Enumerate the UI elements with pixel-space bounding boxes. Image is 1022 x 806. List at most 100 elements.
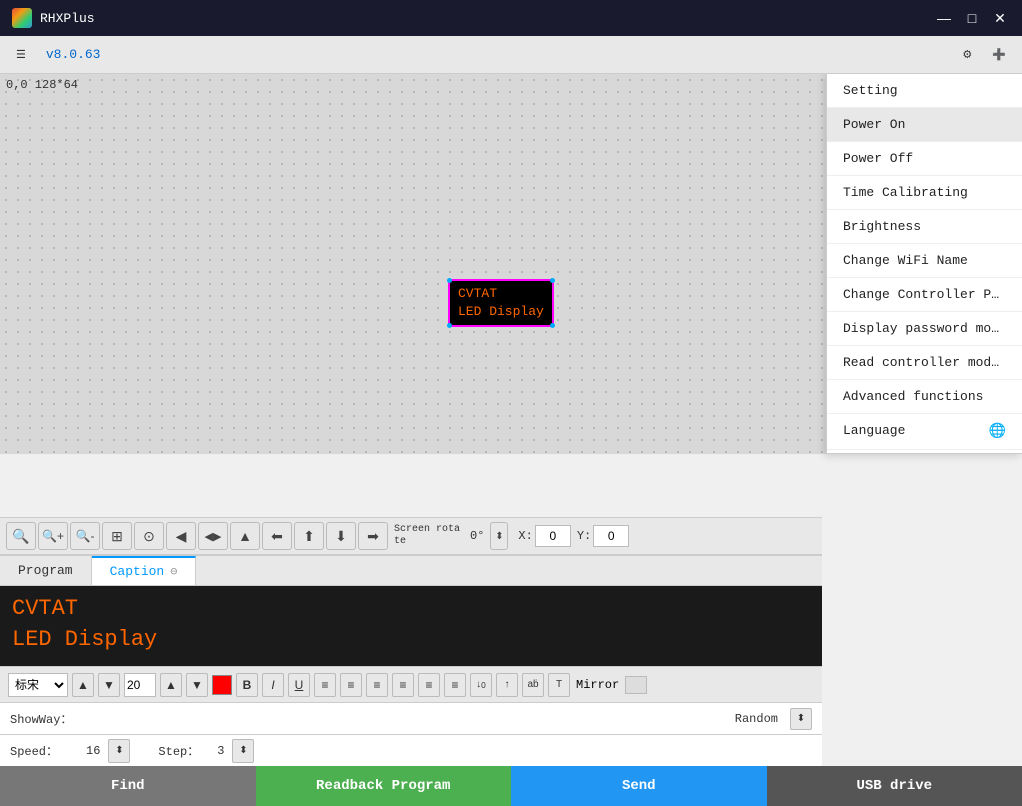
tab-caption-close[interactable]: ⊖ <box>170 564 177 579</box>
minimize-button[interactable]: — <box>934 8 954 28</box>
y-label: Y: <box>577 529 591 543</box>
arrow-left2-button[interactable]: ⬅ <box>262 522 292 550</box>
fit-screen-button[interactable]: ⊙ <box>134 522 164 550</box>
menu-item-time-calibrating[interactable]: Time Calibrating <box>827 176 1022 210</box>
menu-item-display-password[interactable]: Display password modi··· <box>827 312 1022 346</box>
text-line1: CVTAT <box>12 594 810 625</box>
superscript-button[interactable]: ↑ <box>496 673 518 697</box>
speed-row: Speed： 16 ⬍ Step： 3 ⬍ <box>0 734 822 766</box>
arrow-down2-button[interactable]: ⬇ <box>326 522 356 550</box>
menu-item-language[interactable]: Language🌐 <box>827 414 1022 450</box>
led-text-line1: CVTAT <box>458 285 544 303</box>
underline-button[interactable]: U <box>288 673 310 697</box>
letter-spacing-button[interactable]: aḃ <box>522 673 544 697</box>
align-left-button[interactable]: ≡ <box>314 673 336 697</box>
showway-stepper[interactable]: ⬍ <box>790 708 812 730</box>
font-size-up[interactable]: ▲ <box>160 673 182 697</box>
speed-stepper[interactable]: ⬍ <box>108 739 130 763</box>
find-button[interactable]: Find <box>0 766 256 806</box>
rotation-value: 0° <box>470 529 484 543</box>
showway-label: ShowWay： <box>10 710 72 727</box>
y-input[interactable] <box>593 525 629 547</box>
font-family-select[interactable]: 标宋 <box>8 673 68 697</box>
menu-item-setting[interactable]: Setting <box>827 74 1022 108</box>
font-family-up[interactable]: ▲ <box>72 673 94 697</box>
font-size-input[interactable] <box>124 673 156 697</box>
usb-drive-button[interactable]: USB drive <box>767 766 1022 806</box>
tab-program[interactable]: Program <box>0 556 92 585</box>
canvas-toolbar: 🔍 🔍+ 🔍- ⊞ ⊙ ◀ ◀▶ ▲ ⬅ ⬆ ⬇ ➡ Screen rota t… <box>0 517 822 555</box>
align-center-button[interactable]: ≡ <box>340 673 362 697</box>
zoom-out-button[interactable]: 🔍- <box>70 522 100 550</box>
app-title: RHXPlus <box>40 11 926 26</box>
move-right-button[interactable]: ◀▶ <box>198 522 228 550</box>
screen-rotate-label: Screen rota te <box>394 524 460 548</box>
led-display-widget[interactable]: CVTAT LED Display <box>448 279 554 327</box>
close-button[interactable]: ✕ <box>990 8 1010 28</box>
step-label: Step： <box>158 742 199 759</box>
menu-item-change-controller-pass[interactable]: Change Controller Pas··· <box>827 278 1022 312</box>
send-button[interactable]: Send <box>511 766 767 806</box>
text-line2: LED Display <box>12 625 810 656</box>
step-stepper[interactable]: ⬍ <box>232 739 254 763</box>
menu-item-change-wifi[interactable]: Change WiFi Name <box>827 244 1022 278</box>
hamburger-icon: ☰ <box>16 49 26 61</box>
text-editor[interactable]: CVTAT LED Display <box>0 586 822 666</box>
showway-value: Random <box>735 712 778 726</box>
menu-item-brightness[interactable]: Brightness <box>827 210 1022 244</box>
toolbar-right: ⚙ ➕ <box>956 44 1012 65</box>
align5-button[interactable]: ≡ <box>418 673 440 697</box>
menu-item-switch-simple[interactable]: Switch to Simple Edit··· <box>827 450 1022 454</box>
window-controls: — □ ✕ <box>934 8 1010 28</box>
font-style-button[interactable]: T <box>548 673 570 697</box>
action-buttons: Find Readback Program Send USB drive <box>0 766 1022 806</box>
move-left-button[interactable]: ◀ <box>166 522 196 550</box>
menu-item-read-controller[interactable]: Read controller model··· <box>827 346 1022 380</box>
zoom-in-button[interactable]: 🔍+ <box>38 522 68 550</box>
maximize-button[interactable]: □ <box>962 8 982 28</box>
zoom-out-search-button[interactable]: 🔍 <box>6 522 36 550</box>
readback-button[interactable]: Readback Program <box>256 766 512 806</box>
align6-button[interactable]: ≡ <box>444 673 466 697</box>
speed-value: 16 <box>86 744 100 758</box>
led-text-line2: LED Display <box>458 303 544 321</box>
speed-label: Speed： <box>10 742 58 759</box>
grid-button[interactable]: ⊞ <box>102 522 132 550</box>
rotation-chevron-button[interactable]: ⬍ <box>490 522 508 550</box>
coord-label: 0,0 128*64 <box>6 78 78 92</box>
italic-button[interactable]: I <box>262 673 284 697</box>
showway-row: ShowWay： Random ⬍ <box>0 702 822 734</box>
move-up-button[interactable]: ▲ <box>230 522 260 550</box>
bold-button[interactable]: B <box>236 673 258 697</box>
corner-handle-tl[interactable] <box>447 278 452 283</box>
font-size-down[interactable]: ▼ <box>186 673 208 697</box>
step-value: 3 <box>217 744 224 758</box>
titlebar: RHXPlus — □ ✕ <box>0 0 1022 36</box>
corner-handle-bl[interactable] <box>447 323 452 328</box>
arrow-right2-button[interactable]: ➡ <box>358 522 388 550</box>
format-toolbar: 标宋 ▲ ▼ ▲ ▼ B I U ≡ ≡ ≡ ≡ ≡ ≡ ↓0 ↑ aḃ T M… <box>0 666 822 702</box>
add-button[interactable]: ➕ <box>986 44 1012 65</box>
align-right-button[interactable]: ≡ <box>366 673 388 697</box>
mirror-label: Mirror <box>576 678 619 692</box>
x-input[interactable] <box>535 525 571 547</box>
arrow-up2-button[interactable]: ⬆ <box>294 522 324 550</box>
tab-bar: Program Caption ⊖ <box>0 556 822 586</box>
corner-handle-tr[interactable] <box>550 278 555 283</box>
menu-item-power-off[interactable]: Power Off <box>827 142 1022 176</box>
font-family-down[interactable]: ▼ <box>98 673 120 697</box>
tab-panel: Program Caption ⊖ CVTAT LED Display 标宋 ▲… <box>0 555 822 766</box>
main-toolbar: ☰ v8.0.63 ⚙ ➕ <box>0 36 1022 74</box>
settings-icon-button[interactable]: ⚙ <box>956 44 978 65</box>
subscript-button[interactable]: ↓0 <box>470 673 492 697</box>
justify-button[interactable]: ≡ <box>392 673 414 697</box>
mirror-swatch[interactable] <box>625 676 647 694</box>
tab-caption[interactable]: Caption ⊖ <box>92 556 197 585</box>
menu-item-advanced[interactable]: Advanced functions <box>827 380 1022 414</box>
dropdown-menu: SettingPower OnPower OffTime Calibrating… <box>826 74 1022 454</box>
app-icon <box>12 8 32 28</box>
menu-item-power-on[interactable]: Power On <box>827 108 1022 142</box>
hamburger-menu-button[interactable]: ☰ <box>10 44 32 65</box>
color-picker[interactable] <box>212 675 232 695</box>
corner-handle-br[interactable] <box>550 323 555 328</box>
